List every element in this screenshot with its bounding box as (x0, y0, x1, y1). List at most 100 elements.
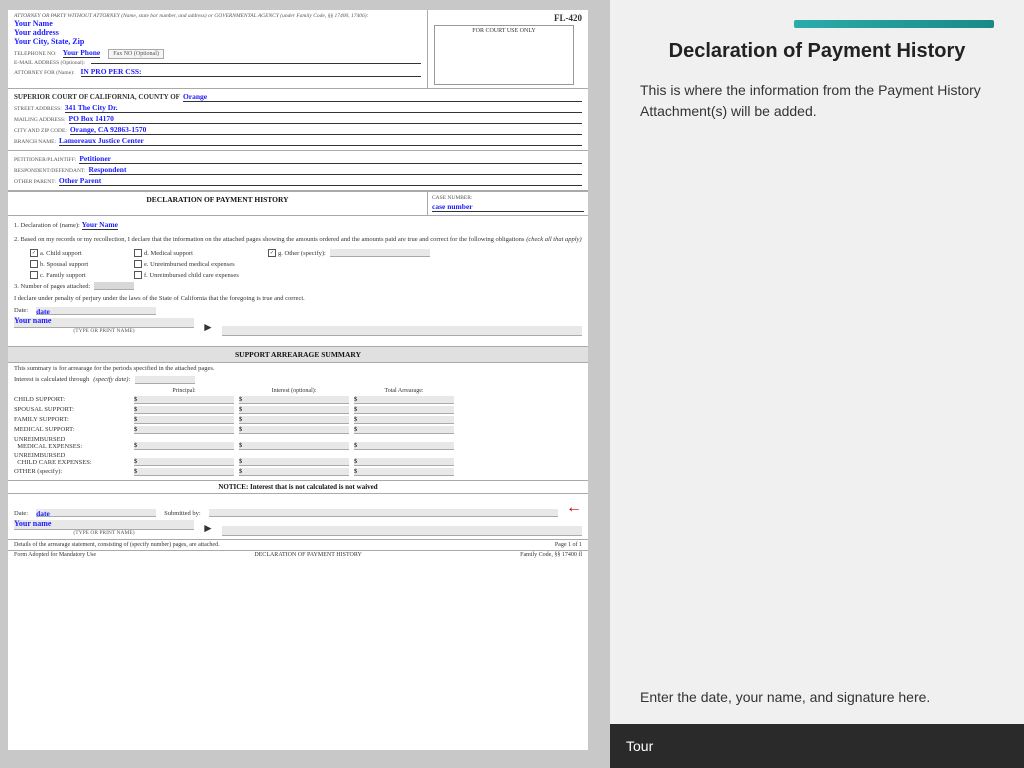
medical-total: $ (354, 426, 454, 434)
item1-name-label2: (name): (60, 222, 80, 229)
telephone-label: TELEPHONE NO: (14, 51, 57, 57)
child-interest: $ (239, 396, 349, 404)
medical-principal: $ (134, 426, 234, 434)
checkbox-e-box (134, 260, 142, 268)
other-total: $ (354, 468, 454, 476)
petitioner-value: Petitioner (79, 154, 582, 164)
document-panel: ATTORNEY OR PARTY WITHOUT ATTORNEY (Name… (0, 0, 610, 768)
respondent-label: RESPONDENT/DEFENDANT: (14, 168, 86, 174)
other-principal: $ (134, 468, 234, 476)
branch-label: BRANCH NAME: (14, 139, 56, 145)
attorney-city: Your City, State, Zip (14, 37, 421, 46)
your-name-field: Your name (14, 318, 194, 328)
col-principal-header: Principal: (134, 388, 234, 394)
bottom-type-name-label: (TYPE OR PRINT NAME) (14, 530, 194, 536)
attorney-address: Your address (14, 28, 421, 37)
respondent-value: Respondent (89, 165, 582, 175)
checkbox-d-box (134, 249, 142, 257)
spousal-interest: $ (239, 406, 349, 414)
unreimb-childcare-total: $ (354, 458, 454, 466)
case-number-label: CASE NUMBER: (432, 195, 473, 201)
court-county: Orange (183, 92, 582, 102)
checkbox-g-label: g. Other (specify): (278, 249, 326, 258)
family-principal: $ (134, 416, 234, 424)
tour-bar[interactable]: Tour (610, 724, 1024, 768)
spousal-principal: $ (134, 406, 234, 414)
submitted-sig-field (209, 509, 558, 517)
street-label: STREET ADDRESS: (14, 106, 62, 112)
item3-label: 3. Number of pages attached: (14, 282, 90, 291)
footer-row: Details of the arrearage statement, cons… (8, 539, 588, 550)
checkbox-a-label: a. Child support (40, 249, 82, 258)
checkbox-b: b. Spousal support (30, 260, 130, 269)
court-title: SUPERIOR COURT OF CALIFORNIA, COUNTY OF (14, 93, 180, 101)
submitted-by-label: Submitted by: (164, 510, 201, 517)
type-name-label: (TYPE OR PRINT NAME) (14, 328, 194, 336)
col-total-header: Total Arrearage: (354, 388, 454, 394)
unreimb-childcare-interest: $ (239, 458, 349, 466)
child-total: $ (354, 396, 454, 404)
item1-name-value: Your Name (82, 220, 118, 230)
court-mailing: PO Box 14170 (69, 114, 583, 124)
unreimb-childcare-principal: $ (134, 458, 234, 466)
row-spousal-support: SPOUSAL SUPPORT: (14, 406, 134, 413)
summary-intro1: This summary is for arrearage for the pe… (8, 363, 588, 374)
other-specify-field (330, 249, 430, 257)
checkbox-c-box (30, 271, 38, 279)
case-number-value: case number (432, 202, 584, 212)
attorney-label: ATTORNEY OR PARTY WITHOUT ATTORNEY (Name… (14, 13, 421, 19)
footer-left: Details of the arrearage statement, cons… (14, 542, 220, 548)
footer-bottom-left: Form Adopted for Mandatory Use (14, 552, 96, 558)
for-court-use-box: FOR COURT USE ONLY (434, 25, 574, 85)
row-other: OTHER (specify): (14, 468, 134, 475)
help-text-main: This is where the information from the P… (640, 80, 994, 122)
bottom-your-name: Your name (14, 520, 194, 530)
other-interest: $ (239, 468, 349, 476)
court-street: 341 The City Dr. (65, 103, 582, 113)
row-family-support: FAMILY SUPPORT: (14, 416, 134, 423)
item2-check-label: (check all that apply) (526, 236, 581, 243)
notice-bar: NOTICE: Interest that is not calculated … (8, 480, 588, 494)
mailing-label: MAILING ADDRESS: (14, 117, 66, 123)
email-label: E-MAIL ADDRESS (Optional): (14, 60, 85, 66)
pages-attached-field (94, 282, 134, 290)
attorney-for-label: ATTORNEY FOR (Name): (14, 70, 75, 76)
attorney-for-value: IN PRO PER CSS: (81, 67, 422, 77)
interest-date-field (135, 376, 195, 384)
form-document: ATTORNEY OR PARTY WITHOUT ATTORNEY (Name… (8, 10, 588, 750)
court-branch: Lamoreaux Justice Center (59, 136, 582, 146)
family-interest: $ (239, 416, 349, 424)
summary-title: SUPPORT ARREARAGE SUMMARY (8, 346, 588, 363)
bottom-sig-field (222, 526, 582, 536)
footer-bottom-center: DECLARATION OF PAYMENT HISTORY (254, 552, 362, 558)
date-field: date (36, 307, 156, 315)
checkbox-e-label: e. Unreimbursed medical expenses (144, 260, 235, 269)
item2-text: 2. Based on my records or my recollectio… (14, 236, 524, 243)
attorney-name: Your Name (14, 19, 421, 28)
form-title: DECLARATION OF PAYMENT HISTORY (8, 192, 428, 215)
footer-right: Page 1 of 1 (555, 542, 582, 548)
checkbox-d: d. Medical support (134, 249, 264, 258)
doc-footer-bottom: Form Adopted for Mandatory Use DECLARATI… (8, 550, 588, 559)
city-zip-label: CITY AND ZIP CODE: (14, 128, 67, 134)
checkbox-b-box (30, 260, 38, 268)
checkbox-b-label: b. Spousal support (40, 260, 88, 269)
teal-accent-bar (794, 20, 994, 28)
petitioner-label: PETITIONER/PLAINTIFF: (14, 157, 76, 163)
family-total: $ (354, 416, 454, 424)
checkbox-e: e. Unreimbursed medical expenses (134, 260, 264, 269)
other-parent-label: OTHER PARENT: (14, 179, 56, 185)
help-title: Declaration of Payment History (640, 38, 994, 64)
form-number: FL-420 (554, 13, 582, 23)
signature-field (222, 326, 582, 336)
checkbox-f-label: f. Unreimbursed child care expenses (144, 271, 239, 280)
tour-text: Tour (626, 738, 653, 754)
case-number-cell: CASE NUMBER: case number (428, 192, 588, 215)
bottom-date-label: Date: (14, 510, 28, 517)
right-top-decoration (640, 20, 994, 28)
fax-field: Fax NO (Optional) (108, 49, 164, 59)
row-medical-support: MEDICAL SUPPORT: (14, 426, 134, 433)
footer-bottom-right: Family Code, §§ 17400 fl (520, 552, 582, 558)
date-label: Date: (14, 306, 28, 315)
summary-intro2: Interest is calculated through (14, 376, 89, 383)
